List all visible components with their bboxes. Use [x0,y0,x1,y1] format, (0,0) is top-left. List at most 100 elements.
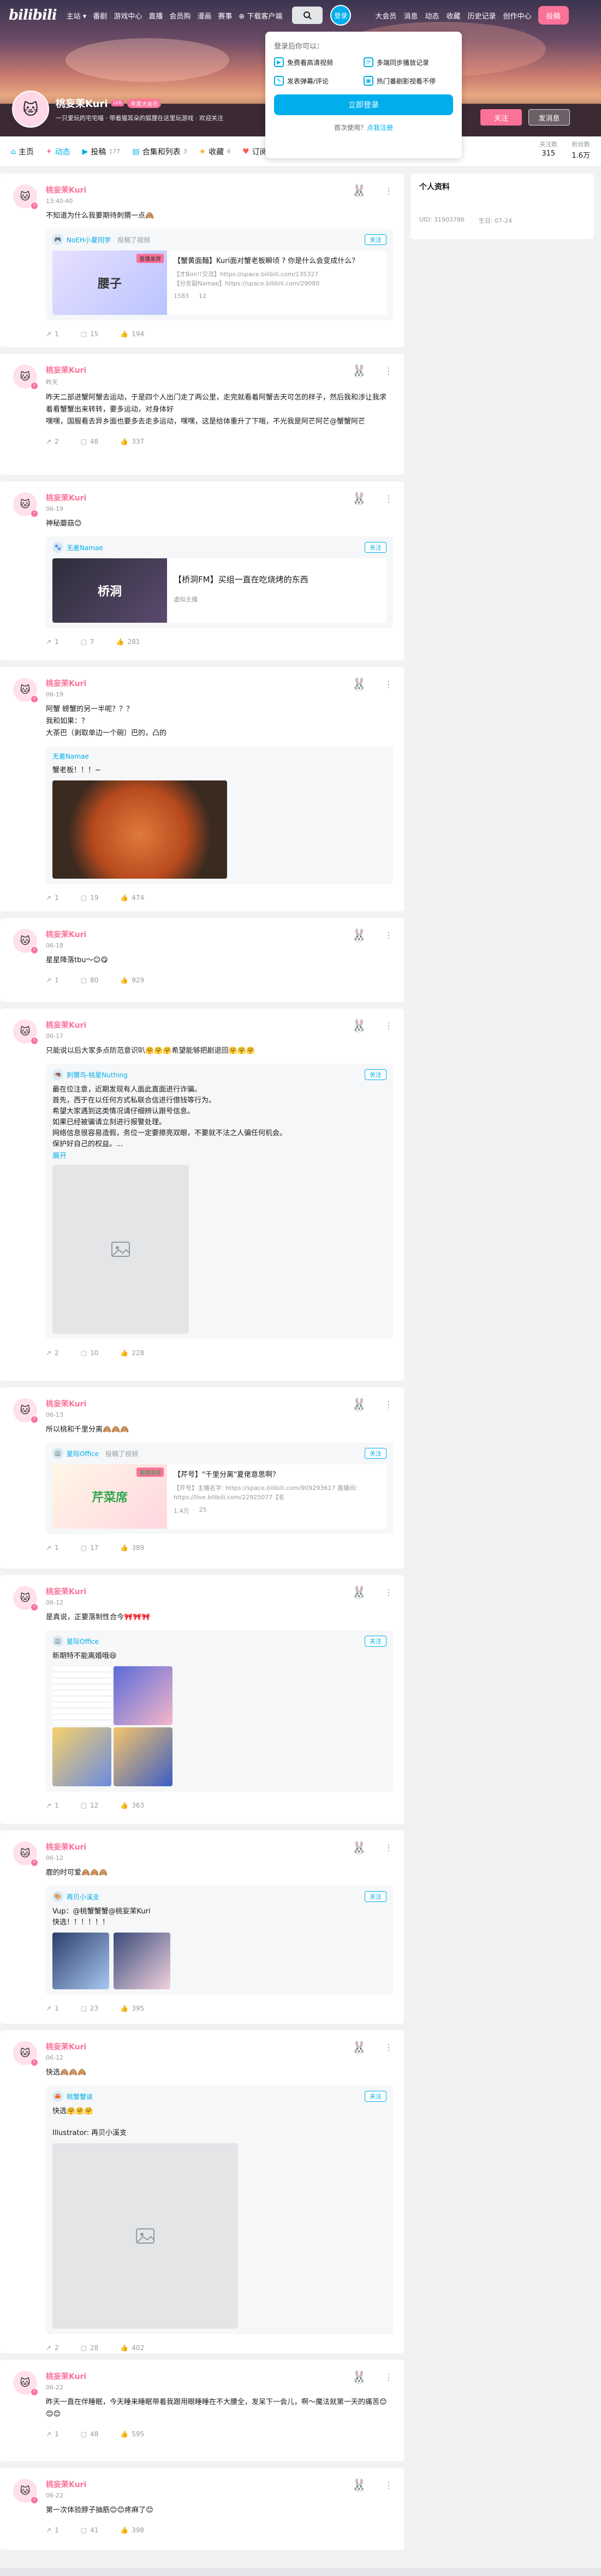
comment-button[interactable]: ▢ 48 [81,438,99,445]
like-button[interactable]: 👍 474 [120,894,144,902]
like-button[interactable]: 👍 595 [120,2430,144,2438]
embed-author[interactable]: 星际Office [67,1449,99,1458]
search-button[interactable] [292,7,323,24]
repost-embed[interactable]: 🦔 刺猬鸟-桃星Nuthing 关注 最在位注意，近期发现有人面此直面进行诈骗。 … [46,1064,393,1339]
avatar[interactable]: 🐱 ⚡ [13,184,38,210]
expand-link[interactable]: 展开 [52,1150,386,1160]
more-icon[interactable]: ⋮ [384,493,393,504]
like-button[interactable]: 👍 398 [120,2526,144,2534]
video-thumbnail[interactable]: 腰子 直播录屏 [52,251,167,315]
embed-author[interactable]: 无差Namae [52,752,89,761]
avatar[interactable]: 🐱 ⚡ [13,929,38,954]
nav-link-manga[interactable]: 漫画 [197,10,211,21]
comment-button[interactable]: ▢ 23 [81,2005,99,2012]
embed-follow-button[interactable]: 关注 [365,234,386,245]
comment-button[interactable]: ▢ 41 [81,2526,99,2534]
post-time[interactable]: 06-12 [46,1599,393,1606]
like-button[interactable]: 👍 228 [120,1349,144,1357]
nav-link-history[interactable]: 历史记录 [467,10,496,21]
avatar[interactable]: 🐱 ⚡ [13,2041,38,2066]
comment-button[interactable]: ▢ 28 [81,2344,99,2352]
embed-author[interactable]: 刺猬鸟-桃星Nuthing [67,1070,128,1080]
comment-button[interactable]: ▢ 7 [81,638,94,646]
more-icon[interactable]: ⋮ [384,1021,393,1031]
avatar[interactable]: 🐱 [12,91,49,128]
nav-link-download[interactable]: ⊕ 下载客户端 [239,10,282,21]
more-icon[interactable]: ⋮ [384,2480,393,2490]
more-icon[interactable]: ⋮ [384,1587,393,1597]
repost-embed[interactable]: 🎨 再贝小溪支 关注 Vup：@桃蟹蟹蟹@桃妄茉Kuri 快选！！！！！！ [46,1886,393,1995]
comment-button[interactable]: ▢ 12 [81,1802,99,1809]
more-icon[interactable]: ⋮ [384,186,393,196]
like-button[interactable]: 👍 337 [120,438,144,445]
post-author[interactable]: 桃妄茉Kuri [46,2371,393,2382]
forward-button[interactable]: ↗ 1 [46,330,59,338]
forward-button[interactable]: ↗ 1 [46,2526,59,2534]
like-button[interactable]: 👍 395 [120,2005,144,2012]
comment-button[interactable]: ▢ 15 [81,330,99,338]
forward-button[interactable]: ↗ 2 [46,1349,59,1357]
embed-follow-button[interactable]: 关注 [365,1069,386,1080]
video-thumbnail[interactable]: 芹菜席 直播录屏 [52,1464,167,1529]
embed-follow-button[interactable]: 关注 [365,542,386,553]
nav-link-dynamic[interactable]: 动态 [425,10,439,21]
stat-followers[interactable]: 粉丝数 1.6万 [572,140,590,160]
like-button[interactable]: 👍 363 [120,1802,144,1809]
post-author[interactable]: 桃妄茉Kuri [46,184,393,195]
nav-link-anime[interactable]: 番剧 [93,10,107,21]
embed-image[interactable] [114,1727,172,1786]
video-thumbnail[interactable]: 桥洞 [52,558,167,623]
forward-button[interactable]: ↗ 1 [46,638,59,646]
more-icon[interactable]: ⋮ [384,679,393,689]
post-author[interactable]: 桃妄茉Kuri [46,1398,393,1409]
nav-link-main[interactable]: 主站 ▾ [67,10,87,21]
like-button[interactable]: 👍 402 [120,2344,144,2352]
like-button[interactable]: 👍 194 [120,330,144,338]
embed-author[interactable]: 无差Namae [67,543,103,552]
comment-button[interactable]: ▢ 48 [81,2430,99,2438]
more-icon[interactable]: ⋮ [384,930,393,940]
login-avatar-button[interactable]: 登录 [330,5,352,26]
like-button[interactable]: 👍 281 [116,638,140,646]
tab-videos[interactable]: ▶ 投稿 177 [82,146,121,157]
embed-follow-button[interactable]: 关注 [365,1891,386,1902]
more-icon[interactable]: ⋮ [384,366,393,376]
avatar[interactable]: 🐱 ⚡ [13,2479,38,2504]
bilibili-logo[interactable]: bilibili [9,7,57,23]
post-time[interactable]: 06-19 [46,505,393,512]
post-time[interactable]: 06-19 [46,691,393,698]
message-button[interactable]: 发消息 [528,109,570,126]
post-author[interactable]: 桃妄茉Kuri [46,492,393,503]
video-title[interactable]: 【蟹黄面麵】Kuri面对蟹老板瞬顷 ? 你是什么会变成什么？ [174,256,380,266]
post-time[interactable]: 06-18 [46,942,393,949]
embed-author[interactable]: 星际Office [67,1637,99,1646]
avatar[interactable]: 🐱 ⚡ [13,1019,38,1045]
like-button[interactable]: 👍 389 [120,1544,144,1552]
stat-following[interactable]: 关注数 315 [539,140,557,160]
post-time[interactable]: 昨天 [46,378,393,386]
tab-subscriptions[interactable]: ♥ 订阅 [242,146,267,157]
embed-author[interactable]: NoEH小夏同学 [67,235,111,245]
post-time[interactable]: 06-12 [46,1855,393,1862]
embed-image[interactable] [52,1165,189,1334]
avatar[interactable]: 🦀 [52,2091,63,2102]
like-button[interactable]: 👍 929 [120,976,144,984]
post-time[interactable]: 13:40:40 [46,198,393,205]
forward-button[interactable]: ↗ 2 [46,2344,59,2352]
register-link[interactable]: 点我注册 [367,124,393,132]
avatar[interactable]: 🎮 [52,234,63,245]
avatar[interactable]: 🎨 [52,1891,63,1902]
nav-link-match[interactable]: 赛事 [218,10,232,21]
forward-button[interactable]: ↗ 1 [46,976,59,984]
post-author[interactable]: 桃妄茉Kuri [46,2479,393,2490]
video-card[interactable]: 芹菜席 直播录屏 【芹号】"千里分离"夏佬意思啊？ 【芹号】主播名字: https… [52,1464,386,1529]
post-author[interactable]: 桃妄茉Kuri [46,929,393,940]
repost-embed[interactable]: 🐾 无差Namae 关注 桥洞 【桥洞FM】买组一直在吃烧烤的东西 虚拟主播 [46,536,393,628]
avatar[interactable]: 🏢 [52,1636,63,1647]
comment-button[interactable]: ▢ 19 [81,894,99,902]
embed-follow-button[interactable]: 关注 [365,2091,386,2102]
post-author[interactable]: 桃妄茉Kuri [46,678,393,689]
embed-follow-button[interactable]: 关注 [365,1448,386,1459]
nav-link-game[interactable]: 游戏中心 [114,10,142,21]
video-card[interactable]: 腰子 直播录屏 【蟹黄面麵】Kuri面对蟹老板瞬顷 ? 你是什么会变成什么？ 【才… [52,251,386,315]
